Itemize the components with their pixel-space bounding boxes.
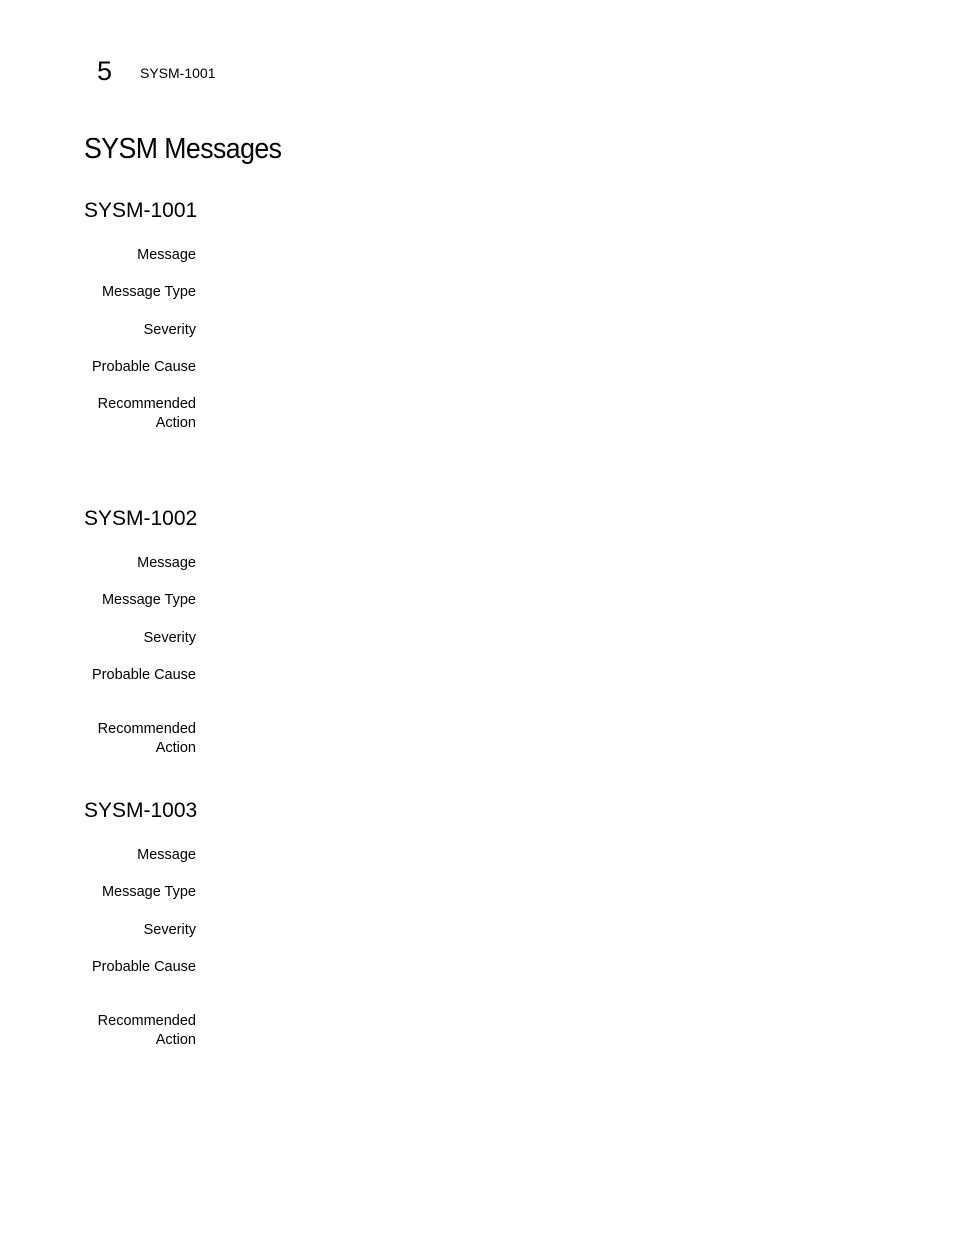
field-label: Message Type [101, 884, 196, 900]
message-section: SYSM-1002 Message Message Type Severity … [84, 506, 884, 756]
message-id-heading: SYSM-1001 [84, 199, 198, 222]
message-section: SYSM-1003 Message Message Type Severity … [84, 798, 884, 1048]
field-label: Probable Cause [92, 667, 196, 683]
field-label: Probable Cause [92, 359, 196, 375]
field-label: Recommended Action [97, 396, 196, 431]
page-title: SYSM Messages [84, 133, 282, 165]
field-label: Message [137, 247, 196, 263]
field-label: Message Type [101, 284, 196, 300]
field-label: Severity [143, 630, 196, 646]
field-label: Recommended Action [97, 1013, 196, 1048]
field-label: Severity [143, 322, 196, 338]
field-label: Probable Cause [92, 959, 196, 975]
chapter-number: 5 [97, 56, 113, 86]
running-title: SYSM-1001 [140, 65, 216, 81]
field-label: Severity [143, 922, 196, 938]
field-label: Message Type [101, 592, 196, 608]
field-label: Message [137, 847, 196, 863]
field-label: Recommended Action [97, 721, 196, 756]
message-id-heading: SYSM-1003 [84, 799, 198, 822]
message-id-heading: SYSM-1002 [84, 507, 198, 530]
field-label: Message [137, 555, 196, 571]
message-section: SYSM-1001 Message Message Type Severity … [84, 198, 884, 431]
